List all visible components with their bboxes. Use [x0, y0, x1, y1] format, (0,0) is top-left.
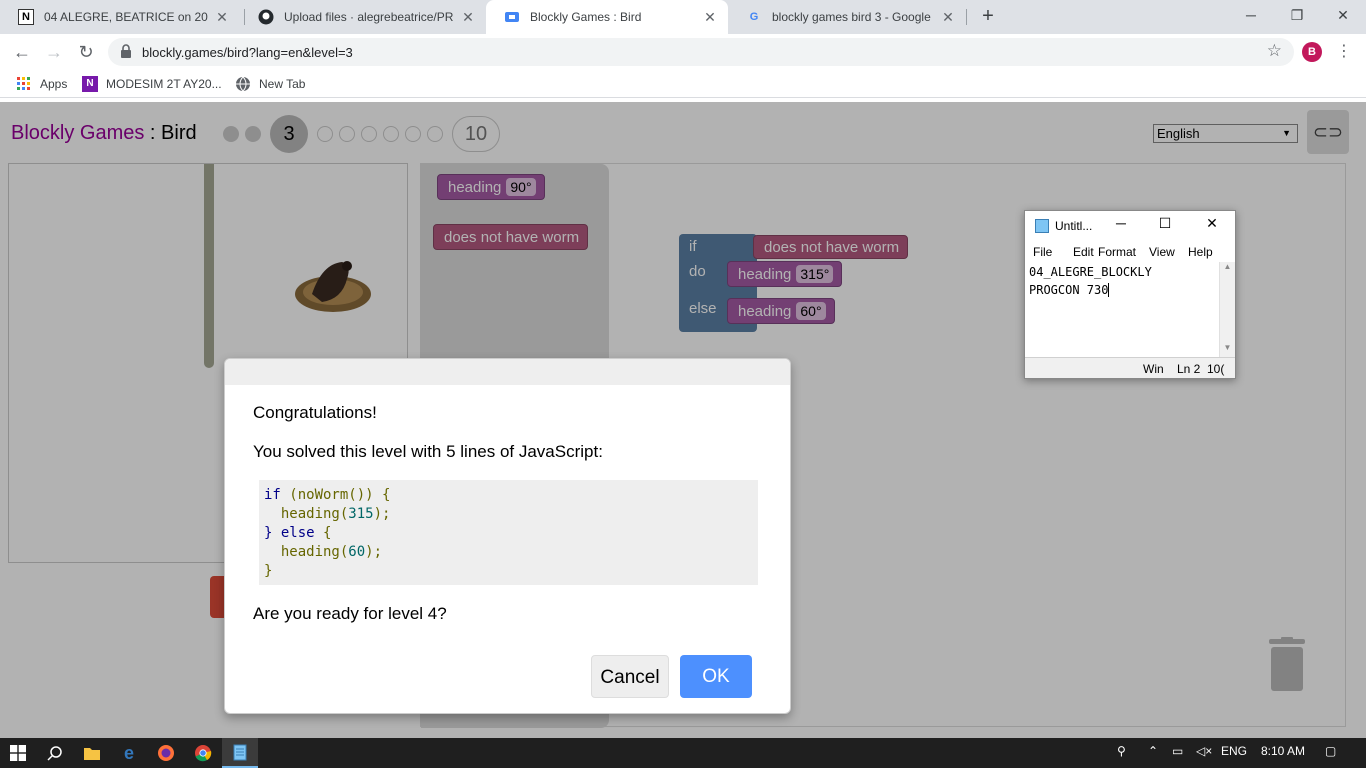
bookmark-label: MODESIM 2T AY20... [106, 77, 222, 91]
people-icon[interactable]: ⚲ [1117, 744, 1126, 758]
code-text: } [264, 563, 273, 579]
dialog-message: You solved this level with 5 lines of Ja… [253, 442, 603, 461]
tab-title: 04 ALEGRE, BEATRICE on 2019T2 [44, 10, 208, 24]
notepad-title: Untitl... [1055, 219, 1093, 233]
windows-taskbar: e ⚲ ⌃ ▭ ◁× ENG 8:10 AM ▢ [0, 738, 1366, 768]
address-bar[interactable]: blockly.games/bird?lang=en&level=3 ☆ [108, 38, 1294, 66]
globe-icon [236, 76, 250, 92]
code-block: if (noWorm()) { heading(315); } else { h… [259, 480, 758, 585]
vertical-scrollbar[interactable]: ▲ ▼ [1219, 262, 1235, 365]
code-text: { [314, 525, 332, 541]
notepad-taskbar-icon[interactable] [222, 738, 258, 768]
tab-notion[interactable]: N 04 ALEGRE, BEATRICE on 2019T2 ✕ [0, 0, 240, 34]
back-icon[interactable]: ← [10, 40, 34, 64]
volume-icon[interactable]: ◁× [1196, 744, 1212, 758]
google-icon: G [749, 11, 759, 23]
network-icon[interactable]: ▭ [1172, 744, 1183, 758]
bookmark-label: Apps [40, 77, 68, 91]
bookmark-apps[interactable]: Apps [16, 76, 67, 92]
notepad-menu-bar: File Edit Format View Help [1025, 242, 1235, 262]
menu-file[interactable]: File [1033, 245, 1052, 259]
minimize-button[interactable]: ─ [1109, 215, 1133, 231]
code-text: heading( [264, 506, 349, 522]
text-cursor [1108, 283, 1110, 297]
bookmark-star-icon[interactable]: ☆ [1267, 41, 1282, 61]
reload-icon[interactable]: ↻ [74, 40, 98, 64]
onenote-icon: N [82, 76, 98, 92]
dialog-title: Congratulations! [253, 403, 377, 422]
ok-button[interactable]: OK [680, 655, 752, 698]
action-center-icon[interactable]: ▢ [1325, 744, 1336, 758]
windows-start-icon[interactable] [0, 738, 36, 768]
clock[interactable]: 8:10 AM [1261, 744, 1305, 758]
menu-view[interactable]: View [1149, 245, 1175, 259]
show-hidden-icons-icon[interactable]: ⌃ [1148, 744, 1158, 758]
menu-edit[interactable]: Edit [1073, 245, 1094, 259]
notepad-text-area[interactable]: 04_ALEGRE_BLOCKLY PROGCON 730 [1029, 263, 1219, 299]
new-tab-button[interactable]: + [976, 5, 1000, 29]
notion-icon: N [18, 9, 34, 25]
github-icon [258, 9, 274, 25]
menu-format[interactable]: Format [1098, 245, 1136, 259]
code-keyword: if [264, 487, 281, 503]
close-tab-icon[interactable]: ✕ [214, 9, 230, 26]
notepad-icon [1035, 219, 1049, 233]
text-line: 04_ALEGRE_BLOCKLY [1029, 265, 1152, 279]
file-explorer-icon[interactable] [74, 738, 110, 768]
menu-icon[interactable]: ⋮ [1336, 41, 1352, 61]
code-number: 60 [348, 544, 366, 560]
edge-icon[interactable]: e [111, 738, 147, 768]
blockly-icon [504, 9, 520, 25]
menu-help[interactable]: Help [1188, 245, 1213, 259]
notepad-window: Untitl... ─ ☐ ✕ File Edit Format View He… [1024, 210, 1236, 379]
code-text: (noWorm()) { [280, 487, 391, 503]
congratulations-dialog: Congratulations! You solved this level w… [224, 358, 791, 714]
firefox-icon[interactable] [148, 738, 184, 768]
tab-google-search[interactable]: G blockly games bird 3 - Google Se ✕ [728, 0, 966, 34]
status-zoom: 10( [1207, 362, 1225, 376]
close-button[interactable]: ✕ [1200, 215, 1224, 232]
browser-toolbar: ← → ↻ blockly.games/bird?lang=en&level=3… [0, 34, 1366, 70]
notepad-status-bar: Win Ln 2 10( [1025, 357, 1235, 378]
tab-blockly-bird[interactable]: Blockly Games : Bird ✕ [486, 0, 728, 34]
tab-github[interactable]: Upload files · alegrebeatrice/PRO ✕ [240, 0, 486, 34]
code-text: heading( [264, 544, 349, 560]
close-tab-icon[interactable]: ✕ [460, 9, 476, 26]
status-eol: Win [1143, 362, 1164, 376]
close-tab-icon[interactable]: ✕ [940, 9, 956, 26]
lock-icon [121, 44, 131, 58]
restore-button[interactable]: ❐ [1274, 0, 1320, 34]
code-number: 315 [348, 506, 374, 522]
browser-tab-strip: N 04 ALEGRE, BEATRICE on 2019T2 ✕ Upload… [0, 0, 1366, 34]
close-window-button[interactable]: ✕ [1320, 0, 1366, 34]
close-tab-icon[interactable]: ✕ [702, 9, 718, 26]
text-line: PROGCON 730 [1029, 283, 1109, 297]
tab-title: Blockly Games : Bird [530, 10, 642, 24]
dialog-title-bar [225, 359, 790, 385]
bookmark-modesim[interactable]: N MODESIM 2T AY20... [82, 76, 222, 92]
profile-avatar[interactable]: B [1302, 42, 1322, 62]
bookmark-label: New Tab [259, 77, 306, 91]
dialog-question: Are you ready for level 4? [253, 604, 447, 623]
minimize-button[interactable]: ─ [1228, 0, 1274, 34]
status-position: Ln 2 [1177, 362, 1201, 376]
tab-title: blockly games bird 3 - Google Se [772, 10, 934, 24]
input-language[interactable]: ENG [1221, 744, 1247, 758]
url-text: blockly.games/bird?lang=en&level=3 [142, 45, 353, 60]
code-keyword: } else [264, 525, 315, 541]
maximize-button[interactable]: ☐ [1153, 215, 1177, 232]
cancel-button[interactable]: Cancel [591, 655, 669, 698]
bookmark-new-tab[interactable]: New Tab [235, 76, 305, 92]
forward-icon[interactable]: → [42, 40, 66, 64]
notepad-title-bar[interactable]: Untitl... ─ ☐ ✕ [1025, 211, 1235, 241]
code-text: ); [365, 544, 383, 560]
code-text: ); [373, 506, 391, 522]
chrome-icon[interactable] [185, 738, 221, 768]
bookmarks-bar: Apps N MODESIM 2T AY20... New Tab [0, 70, 1366, 98]
tab-separator [966, 9, 967, 25]
apps-grid-icon [17, 77, 30, 90]
search-icon[interactable] [37, 738, 73, 768]
tab-title: Upload files · alegrebeatrice/PRO [284, 10, 454, 24]
